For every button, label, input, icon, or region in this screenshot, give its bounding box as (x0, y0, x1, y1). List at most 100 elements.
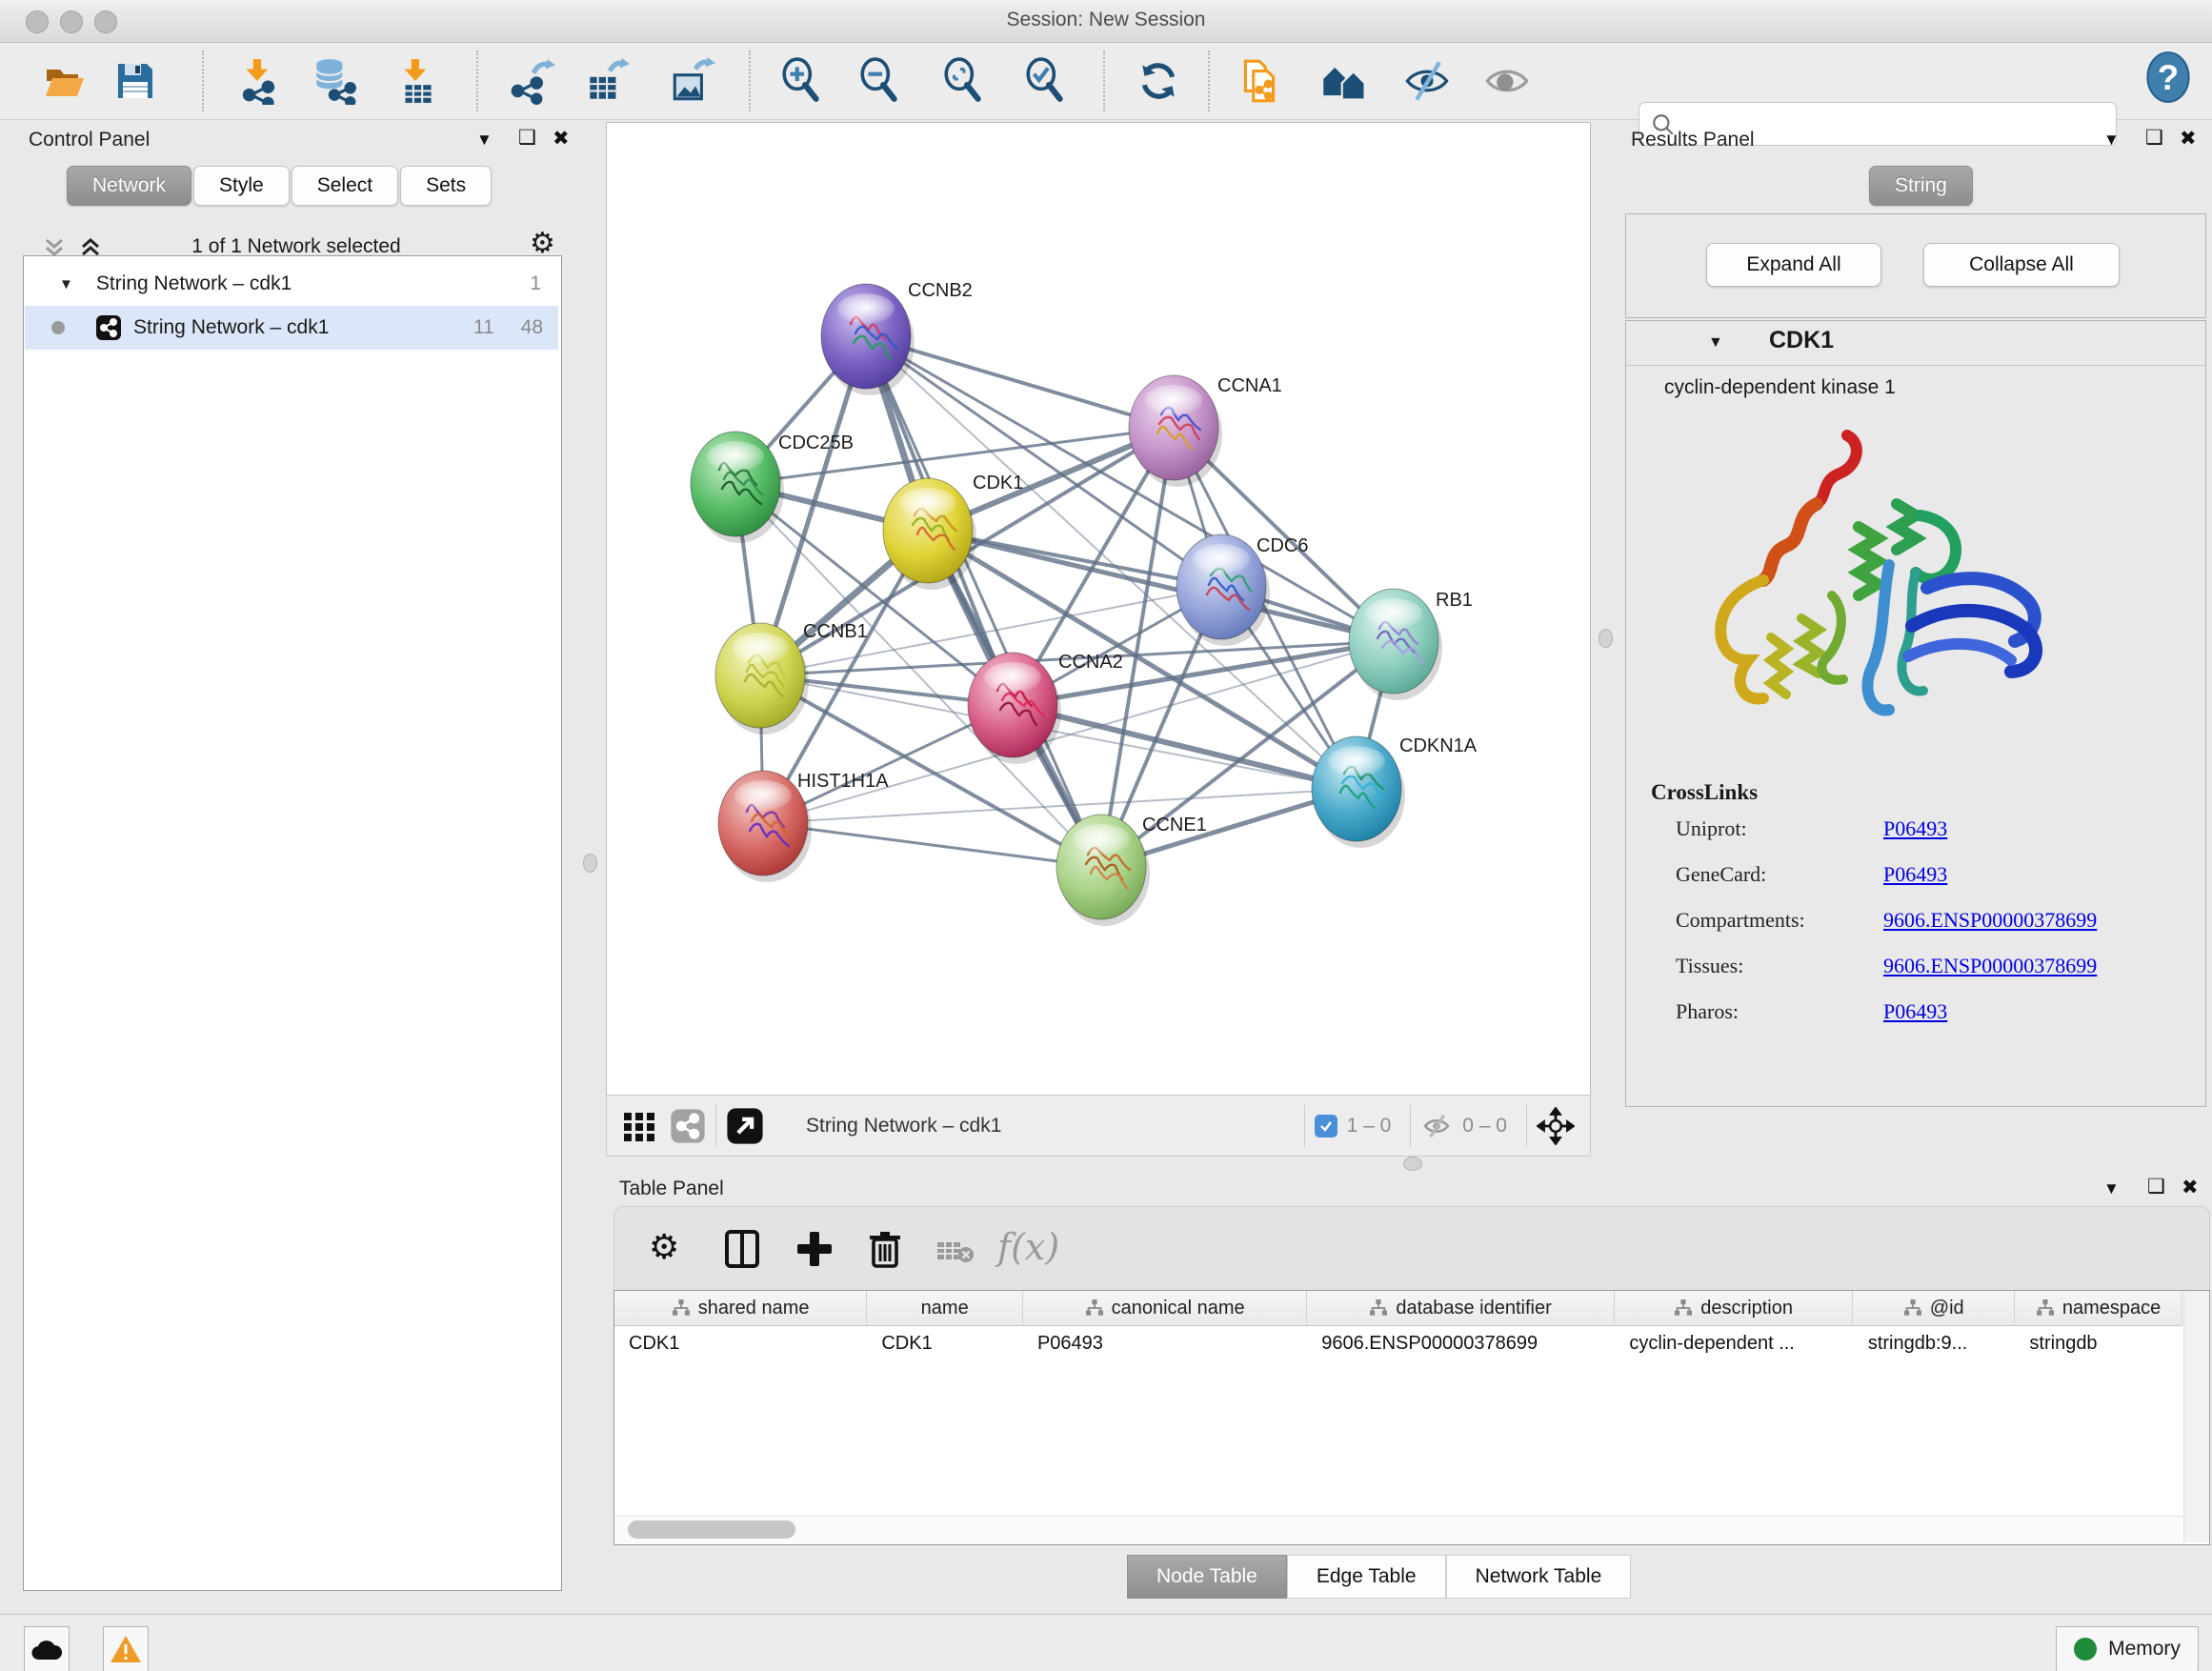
export-network-button[interactable] (507, 56, 556, 106)
protein-collapse-icon[interactable]: ▼ (1708, 334, 1723, 352)
crosslink-link[interactable]: P06493 (1883, 862, 1947, 887)
left-splitter-handle[interactable] (583, 854, 597, 873)
network-node-CCNB2[interactable] (821, 284, 915, 395)
tab-style[interactable]: Style (193, 166, 290, 206)
network-share-icon[interactable] (670, 1108, 706, 1144)
table-row[interactable]: CDK1CDK1P064939606.ENSP00000378699cyclin… (614, 1326, 2182, 1360)
tab-string[interactable]: String (1869, 166, 1973, 206)
table-cell[interactable]: stringdb (2015, 1326, 2182, 1360)
birds-eye-grid-icon[interactable] (622, 1109, 656, 1143)
table-cell[interactable]: CDK1 (614, 1326, 867, 1360)
zoom-out-button[interactable] (855, 56, 905, 106)
control-panel-close-icon[interactable]: ✖ (553, 127, 570, 151)
tree-expand-icon[interactable]: ▼ (59, 276, 73, 292)
right-splitter-handle[interactable] (1599, 629, 1613, 648)
crosslink-label: GeneCard: (1676, 862, 1883, 887)
node-count: 11 (473, 316, 494, 339)
refresh-icon (1135, 57, 1182, 105)
network-node-CCNA2[interactable] (968, 653, 1061, 764)
column-header--id[interactable]: @id (1853, 1291, 2015, 1325)
results-panel-float-icon[interactable]: ❑ (2145, 126, 2163, 150)
memory-button[interactable]: Memory (2056, 1626, 2199, 1671)
column-header-canonical-name[interactable]: canonical name (1023, 1291, 1307, 1325)
crosslink-link[interactable]: 9606.ENSP00000378699 (1883, 954, 2097, 978)
network-node-CDK1[interactable] (883, 478, 976, 590)
network-tree-root-row[interactable]: ▼ String Network – cdk1 1 (25, 262, 558, 306)
tab-sets[interactable]: Sets (400, 166, 492, 206)
network-node-CDKN1A[interactable] (1312, 736, 1405, 848)
tab-network-table[interactable]: Network Table (1446, 1555, 1632, 1599)
table-horizontal-scrollbar[interactable] (614, 1516, 2182, 1543)
import-network-database-button[interactable] (309, 56, 358, 106)
control-panel-collapse-icon[interactable]: ▼ (476, 131, 493, 150)
collapse-all-button[interactable]: Collapse All (1923, 243, 2120, 287)
column-header-database-identifier[interactable]: database identifier (1307, 1291, 1615, 1325)
network-node-CCNA1[interactable] (1129, 375, 1222, 487)
tab-node-table[interactable]: Node Table (1127, 1555, 1287, 1599)
column-header-name[interactable]: name (867, 1291, 1023, 1325)
network-node-RB1[interactable] (1349, 589, 1442, 700)
duplicate-network-button[interactable] (1235, 56, 1284, 106)
expand-all-button[interactable]: Expand All (1706, 243, 1881, 287)
results-panel-collapse-icon[interactable]: ▼ (2103, 131, 2120, 150)
network-node-CDC25B[interactable] (691, 432, 784, 543)
hscrollbar-thumb[interactable] (628, 1520, 795, 1539)
node-label-CCNB1: CCNB1 (803, 621, 868, 642)
network-node-CCNE1[interactable] (1056, 815, 1150, 926)
control-panel-float-icon[interactable]: ❑ (518, 126, 536, 150)
crosslink-link[interactable]: P06493 (1883, 816, 1947, 841)
network-tree-child-row[interactable]: String Network – cdk1 11 48 (25, 306, 558, 350)
table-cell[interactable]: cyclin-dependent ... (1615, 1326, 1853, 1360)
zoom-out-icon (856, 57, 904, 105)
table-settings-gear-icon[interactable]: ⚙ (649, 1228, 679, 1267)
import-table-file-button[interactable] (392, 56, 442, 106)
delete-column-trash-icon[interactable] (864, 1228, 906, 1270)
table-panel-collapse-icon[interactable]: ▼ (2103, 1179, 2120, 1198)
cloud-button[interactable] (24, 1626, 70, 1671)
refresh-view-button[interactable] (1134, 56, 1183, 106)
table-panel-float-icon[interactable]: ❑ (2147, 1175, 2165, 1198)
save-session-button[interactable] (111, 56, 160, 106)
toolbar-separator (749, 50, 751, 111)
node-label-CCNE1: CCNE1 (1142, 815, 1207, 836)
show-columns-icon[interactable] (721, 1228, 763, 1270)
first-neighbors-button[interactable] (1320, 56, 1370, 106)
duplicate-document-icon (1236, 57, 1283, 105)
table-cell[interactable]: P06493 (1023, 1326, 1307, 1360)
zoom-in-button[interactable] (777, 56, 827, 106)
network-canvas[interactable]: CCNB2CCNA1CDC25BCDK1CDC6RB1CCNB1CCNA2CDK… (606, 122, 1591, 1096)
column-header-description[interactable]: description (1615, 1291, 1853, 1325)
table-cell[interactable]: stringdb:9... (1854, 1326, 2016, 1360)
horizontal-splitter-handle[interactable] (1403, 1157, 1422, 1171)
export-table-button[interactable] (581, 56, 631, 106)
crosslink-link[interactable]: 9606.ENSP00000378699 (1883, 908, 2097, 933)
table-panel-close-icon[interactable]: ✖ (2182, 1176, 2199, 1199)
zoom-fit-button[interactable] (939, 56, 989, 106)
column-tree-icon (2036, 1299, 2055, 1317)
results-panel-close-icon[interactable]: ✖ (2180, 127, 2197, 151)
open-in-window-icon[interactable] (726, 1107, 764, 1145)
tab-edge-table[interactable]: Edge Table (1287, 1555, 1446, 1599)
crosslink-link[interactable]: P06493 (1883, 999, 1947, 1024)
network-node-CCNB1[interactable] (715, 623, 809, 735)
pan-crosshair-icon[interactable] (1537, 1107, 1575, 1145)
import-network-file-button[interactable] (234, 56, 284, 106)
table-cell[interactable]: 9606.ENSP00000378699 (1307, 1326, 1615, 1360)
export-image-button[interactable] (667, 56, 716, 106)
warnings-button[interactable] (103, 1626, 149, 1671)
table-cell[interactable]: CDK1 (867, 1326, 1023, 1360)
tab-select[interactable]: Select (292, 166, 398, 206)
zoom-selected-button[interactable] (1021, 56, 1071, 106)
window-title: Session: New Session (0, 9, 2212, 31)
selected-checkbox[interactable] (1315, 1115, 1337, 1137)
tab-network[interactable]: Network (67, 166, 191, 206)
toolbar-separator (476, 50, 478, 111)
column-header-shared-name[interactable]: shared name (614, 1291, 867, 1325)
add-column-icon[interactable] (794, 1228, 835, 1270)
open-session-button[interactable] (40, 56, 90, 106)
show-all-button[interactable] (1482, 56, 1532, 106)
column-header-namespace[interactable]: namespace (2015, 1291, 2182, 1325)
hide-selected-button[interactable] (1402, 56, 1452, 106)
help-button[interactable]: ? (2143, 52, 2193, 102)
table-vertical-scrollbar[interactable] (2183, 1291, 2209, 1542)
